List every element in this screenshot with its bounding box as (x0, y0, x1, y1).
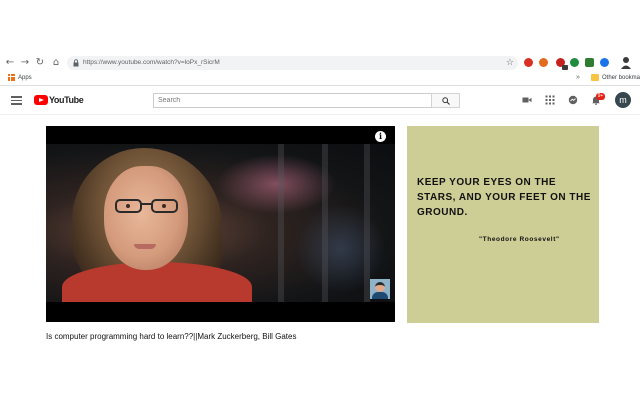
video-player[interactable]: i (46, 126, 395, 322)
video-frame[interactable] (46, 144, 395, 302)
forward-arrow-icon[interactable]: → (19, 55, 31, 71)
person-face (104, 166, 188, 270)
lock-icon (73, 59, 79, 67)
avatar[interactable]: m (615, 92, 631, 108)
extension-icon-2[interactable] (539, 58, 548, 67)
browser-tab-strip (0, 0, 640, 53)
youtube-wordmark[interactable]: YouTube (49, 94, 84, 106)
browser-profile-icon[interactable] (620, 56, 632, 69)
extension-icon-3[interactable] (556, 58, 568, 70)
channel-avatar-thumbnail[interactable] (370, 279, 390, 299)
extension-icon-4[interactable] (570, 58, 579, 67)
search-box (153, 93, 431, 108)
address-bar[interactable]: https://www.youtube.com/watch?v=loPx_rSi… (67, 56, 518, 70)
quote-author: "Theodore Roosevelt" (479, 236, 560, 243)
reload-icon[interactable]: ↻ (34, 55, 46, 71)
search-input[interactable] (154, 94, 430, 107)
folder-icon (591, 74, 599, 81)
glasses (115, 199, 178, 213)
bookmark-star-icon[interactable]: ☆ (506, 56, 514, 70)
apps-bookmark[interactable]: Apps (18, 73, 32, 83)
messages-icon[interactable] (568, 95, 578, 105)
quote-text: KEEP YOUR EYES ON THE STARS, AND YOUR FE… (417, 177, 591, 218)
notification-badge: 9+ (596, 93, 605, 100)
extension-icon-6[interactable] (600, 58, 609, 67)
apps-grid-icon[interactable] (545, 95, 555, 105)
info-icon[interactable]: i (375, 131, 386, 142)
search-button[interactable] (431, 93, 460, 108)
bookmarks-overflow-chevron[interactable]: » (576, 73, 580, 83)
browser-toolbar: ← → ↻ ⌂ https://www.youtube.com/watch?v=… (0, 55, 640, 71)
quote-card: KEEP YOUR EYES ON THE STARS, AND YOUR FE… (407, 126, 599, 323)
home-icon[interactable]: ⌂ (50, 55, 62, 71)
page: ← → ↻ ⌂ https://www.youtube.com/watch?v=… (0, 0, 640, 400)
back-arrow-icon[interactable]: ← (4, 55, 16, 71)
bookmarks-bar: Apps » Other bookma (0, 71, 640, 86)
other-bookmarks[interactable]: Other bookma (602, 73, 640, 83)
menu-icon[interactable] (11, 96, 22, 105)
search-icon (442, 97, 450, 105)
extension-icon-1[interactable] (524, 58, 533, 67)
url-text: https://www.youtube.com/watch?v=loPx_rSi… (83, 59, 220, 66)
video-title[interactable]: Is computer programming hard to learn??|… (46, 331, 296, 342)
video-camera-icon[interactable] (522, 95, 532, 105)
extension-icon-5[interactable] (585, 58, 594, 67)
apps-grid-icon[interactable] (8, 74, 15, 81)
youtube-header: YouTube (0, 86, 640, 115)
youtube-logo-icon[interactable] (34, 95, 48, 105)
